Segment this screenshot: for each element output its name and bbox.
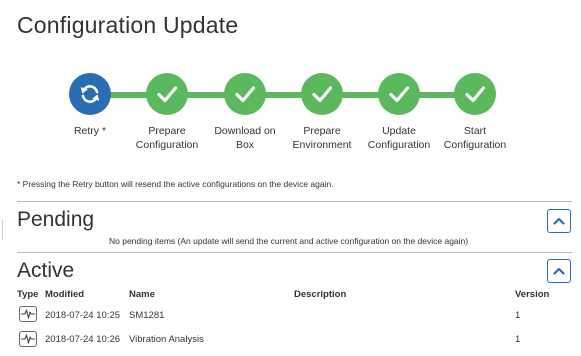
row-name: Vibration Analysis (129, 334, 204, 345)
pending-collapse-button[interactable] (547, 209, 571, 233)
row-version: 1 (515, 310, 521, 321)
column-header-version: Version (515, 289, 550, 300)
section-divider (17, 201, 572, 202)
step-complete-circle (224, 73, 266, 115)
progress-stepper: Retry * Prepare Configuration Download o… (0, 0, 581, 170)
refresh-icon (80, 85, 100, 103)
active-section-title: Active (17, 259, 75, 282)
chevron-up-icon (553, 217, 565, 225)
step-label-line2: Configuration (443, 139, 507, 151)
step-complete-circle (378, 73, 420, 115)
pending-section-title: Pending (17, 208, 95, 231)
active-collapse-button[interactable] (547, 259, 571, 283)
check-icon (157, 86, 178, 103)
waveform-icon (19, 331, 37, 347)
pending-empty-message: No pending items (An update will send th… (109, 236, 469, 246)
step-complete-circle (146, 73, 188, 115)
row-modified: 2018-07-24 10:25 (45, 310, 121, 321)
check-icon (235, 86, 256, 103)
check-icon (465, 86, 486, 103)
retry-footnote: * Pressing the Retry button will resend … (17, 179, 334, 189)
column-header-type: Type (17, 289, 39, 300)
retry-button[interactable] (69, 73, 111, 115)
row-name: SM1281 (129, 310, 165, 321)
column-header-name: Name (129, 289, 155, 300)
check-icon (389, 86, 410, 103)
check-icon (312, 86, 333, 103)
left-edge-marker (2, 220, 3, 240)
row-modified: 2018-07-24 10:26 (45, 334, 121, 345)
step-label: Start Configuration (425, 124, 525, 152)
column-header-modified: Modified (45, 289, 85, 300)
step-start-configuration: Start Configuration (425, 73, 525, 152)
chevron-up-icon (553, 267, 565, 275)
section-divider (17, 252, 572, 253)
step-complete-circle (301, 73, 343, 115)
step-complete-circle (454, 73, 496, 115)
column-header-description: Description (294, 289, 347, 300)
row-version: 1 (515, 334, 521, 345)
step-label-line1: Start (463, 125, 487, 137)
waveform-icon (19, 306, 37, 322)
